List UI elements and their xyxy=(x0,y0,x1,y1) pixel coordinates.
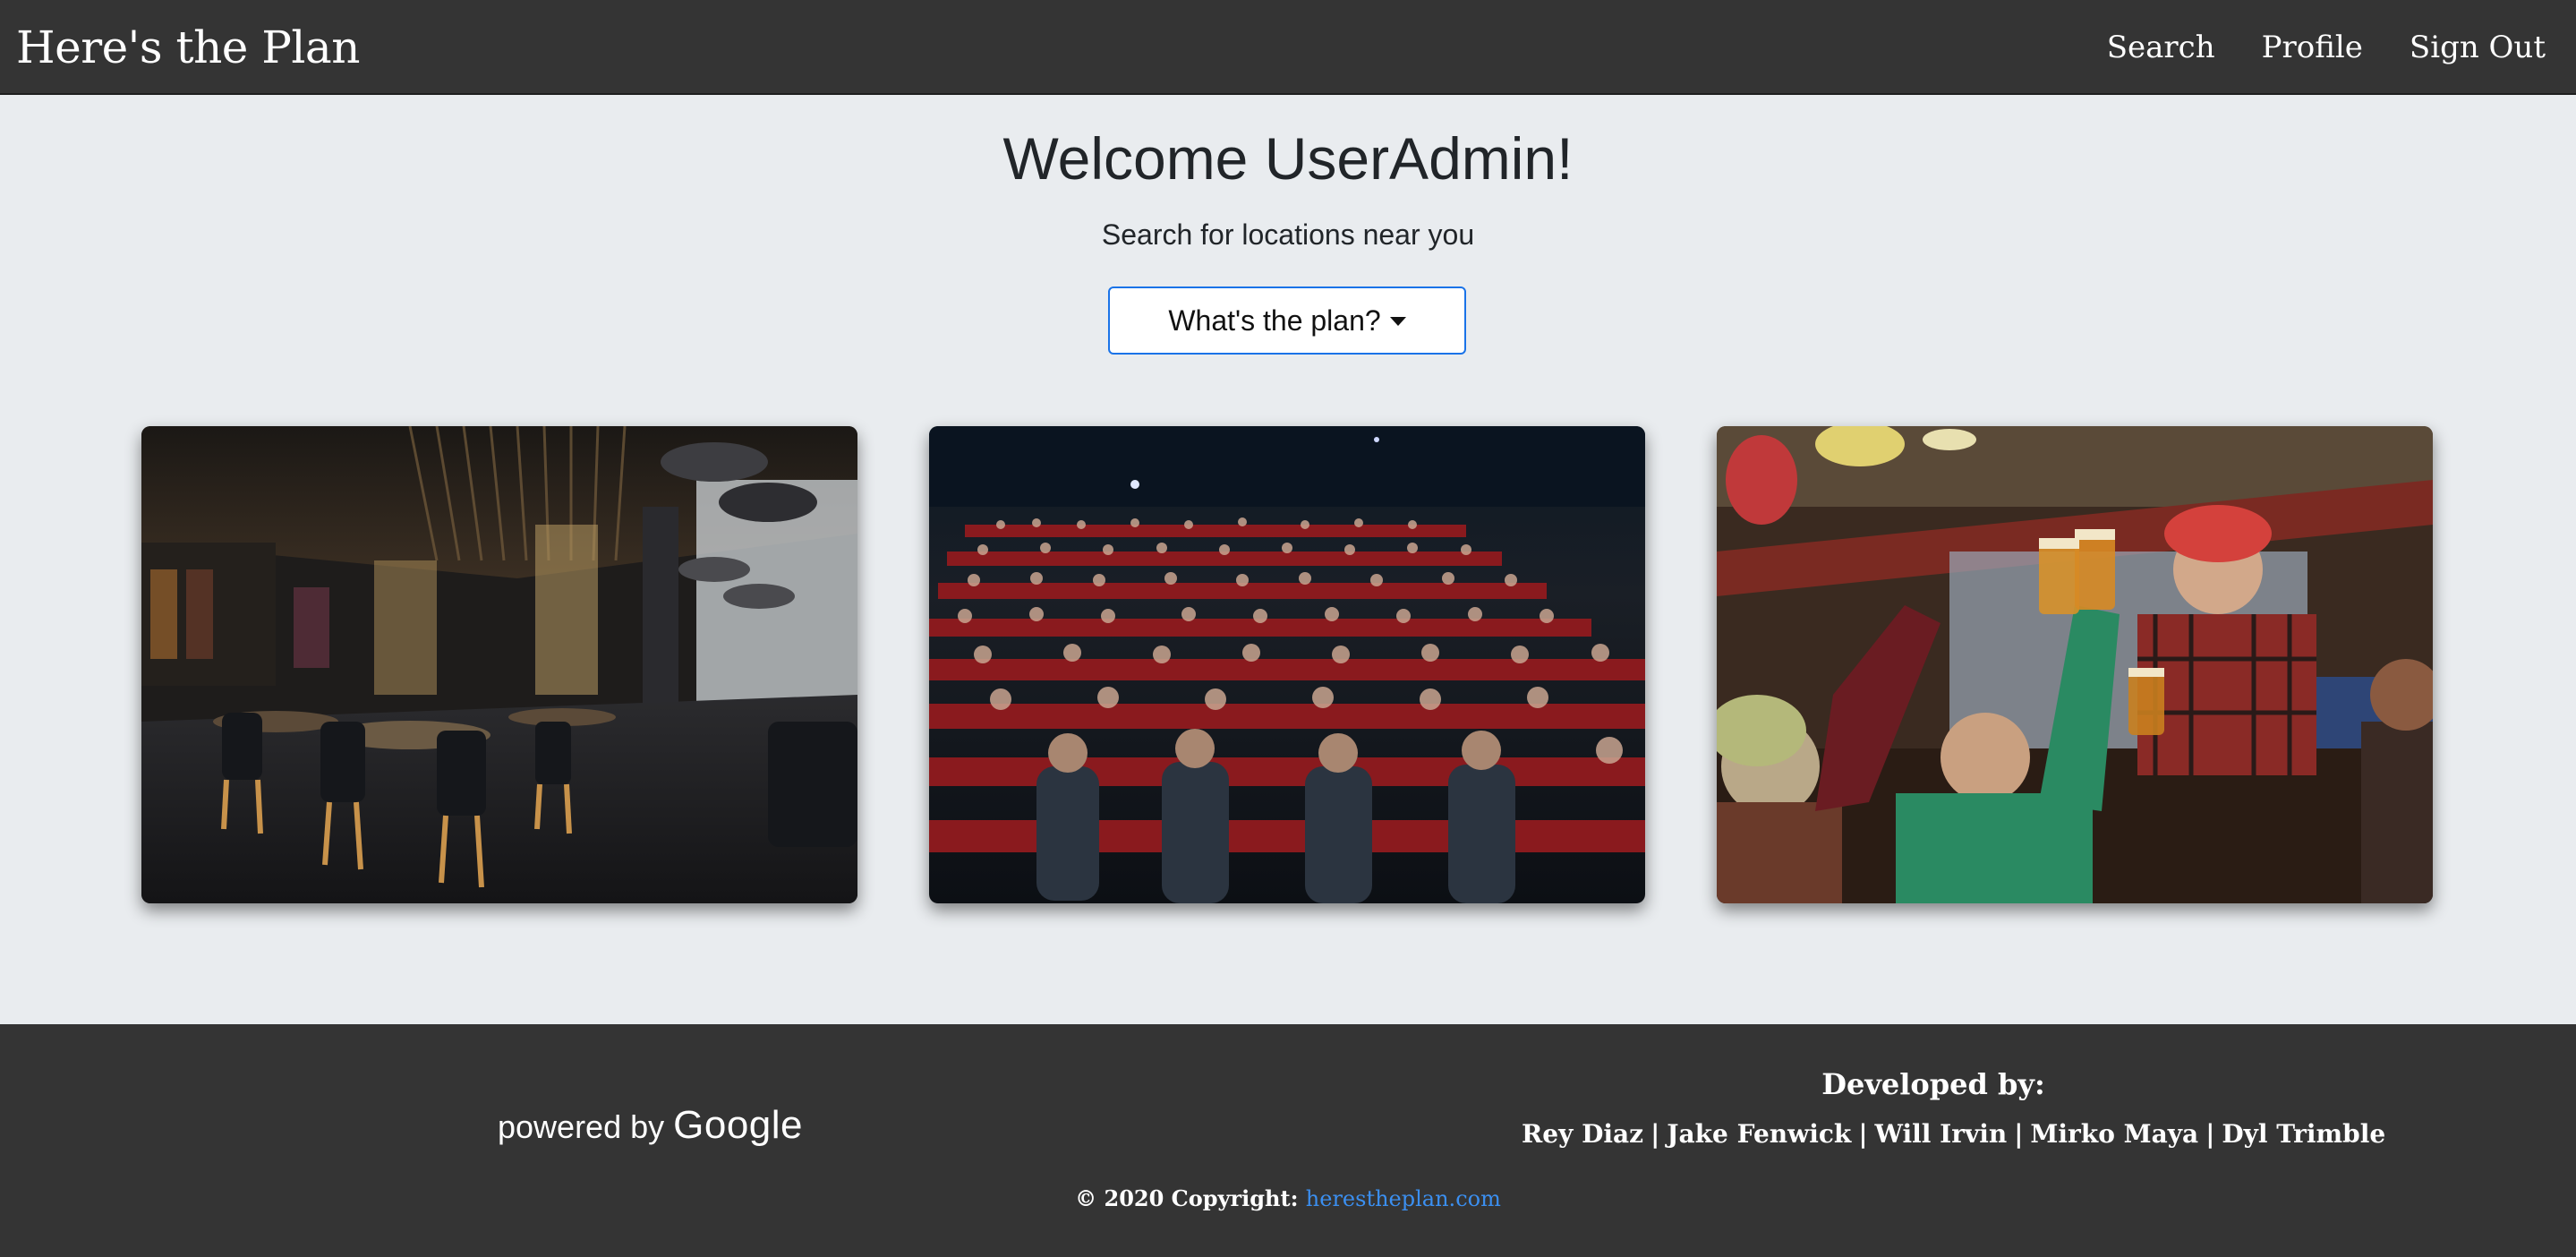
copyright-link[interactable]: herestheplan.com xyxy=(1306,1186,1501,1211)
restaurant-card[interactable] xyxy=(141,426,857,903)
top-navbar: Here's the Plan Search Profile Sign Out xyxy=(0,0,2576,95)
name-separator: | xyxy=(2014,1119,2024,1149)
brand-logo-text[interactable]: Here's the Plan xyxy=(16,0,360,95)
powered-by-google-logo: powered by Google xyxy=(498,1103,803,1148)
restaurant-interior-photo xyxy=(141,426,857,903)
developer-name: Will Irvin xyxy=(1874,1119,2008,1149)
developed-by-heading: Developed by: xyxy=(1821,1067,2045,1101)
nav-link-profile[interactable]: Profile xyxy=(2262,30,2363,65)
google-wordmark: Google xyxy=(673,1103,804,1147)
nav-links: Search Profile Sign Out xyxy=(2107,0,2546,95)
developer-name: Rey Diaz xyxy=(1522,1119,1644,1149)
theater-card[interactable] xyxy=(929,426,1645,903)
friends-toasting-beers-photo xyxy=(1717,426,2433,903)
copyright-line: © 2020 Copyright: herestheplan.com xyxy=(0,1185,2576,1211)
powered-by-text: powered by xyxy=(498,1108,665,1145)
developer-name: Jake Fenwick xyxy=(1667,1119,1852,1149)
copyright-text: © 2020 Copyright: xyxy=(1075,1185,1299,1211)
movie-theater-audience-photo xyxy=(929,426,1645,903)
welcome-heading: Welcome UserAdmin! xyxy=(1002,125,1574,192)
plan-dropdown-label: What's the plan? xyxy=(1168,304,1381,337)
site-footer: powered by Google Developed by: Rey Diaz… xyxy=(0,1024,2576,1257)
developer-name: Mirko Maya xyxy=(2030,1119,2199,1149)
name-separator: | xyxy=(1858,1119,1868,1149)
name-separator: | xyxy=(2205,1119,2215,1149)
nav-link-search[interactable]: Search xyxy=(2107,30,2215,65)
developer-name: Dyl Trimble xyxy=(2222,1119,2386,1149)
caret-down-icon xyxy=(1389,317,1406,326)
name-separator: | xyxy=(1651,1119,1660,1149)
search-subtitle: Search for locations near you xyxy=(1101,218,1475,251)
bar-card[interactable] xyxy=(1717,426,2433,903)
nav-link-sign-out[interactable]: Sign Out xyxy=(2410,30,2546,65)
developer-names: Rey Diaz | Jake Fenwick | Will Irvin | Mirko M… xyxy=(1522,1119,2385,1149)
plan-dropdown-button[interactable]: What's the plan? xyxy=(1108,286,1466,355)
